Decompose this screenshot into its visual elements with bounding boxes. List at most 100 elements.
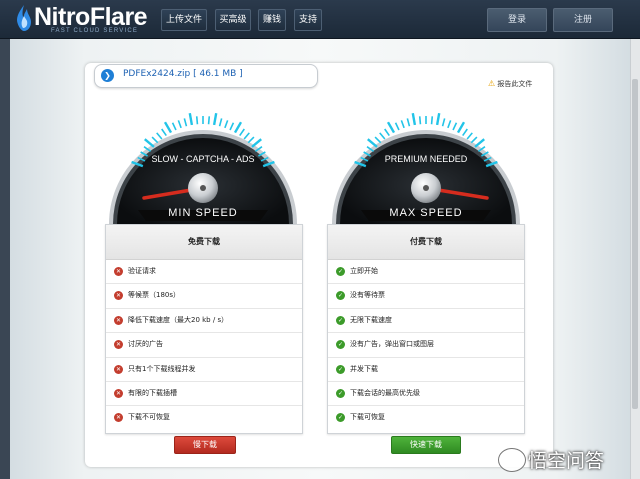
gauge-tick [151,136,159,144]
gauge-tick [229,122,235,131]
gauge-top-text: SLOW - CAPTCHA - ADS [151,154,254,164]
gauge-tick [406,118,411,127]
list-item: ✕ 验证请求 [106,260,302,285]
nitroflare-logo[interactable]: NitroFlare FAST CLOUD SERVICE [14,3,154,35]
gauge-tick [156,132,163,140]
gauge-tick [239,128,245,137]
slow-download-button[interactable]: 慢下载 [174,436,236,454]
gauge-tick [418,116,422,125]
gauge-tick [144,138,155,148]
file-info-tab: ❯ PDFEx2424.zip [ 46.1 MB ] [94,64,318,88]
scrollbar-thumb[interactable] [632,79,638,409]
gauge-tick [456,121,466,134]
vertical-scrollbar[interactable] [630,39,640,479]
warning-icon: ⚠ [488,79,496,88]
list-item: ✕ 降低下载速度（最大20 kb / s） [106,309,302,334]
list-item: ✕ 讨厌的广告 [106,333,302,358]
report-label: 报告此文件 [497,80,533,88]
gauge-tick [243,132,250,140]
gauge-tick [447,120,452,129]
gauge-tick [462,128,468,137]
premium-speed-gauge: PREMIUM NEEDED MAX SPEED [332,112,520,224]
gauge-tick [233,121,243,134]
list-item: ✓ 没有广告，弹出窗口或图层 [328,333,524,358]
gauge-tick [466,132,473,140]
gauge-tick [430,116,434,125]
gauge-tick [207,116,211,125]
nav-earn[interactable]: 赚钱 [258,9,286,31]
brand-name: NitroFlare [34,3,148,31]
gauge-tick [452,122,458,131]
gauge-tick [474,138,485,148]
gauge-tick [195,116,199,125]
fast-download-button[interactable]: 快速下载 [391,436,461,454]
gauge-tick [441,118,446,127]
gauge-tick [374,136,382,144]
watermark: 悟空问答 [498,446,628,476]
chevron-right-icon: ❯ [101,69,114,82]
list-item: ✕ 等候票（180s） [106,284,302,309]
watermark-text: 悟空问答 [528,450,605,472]
gauge-tick [386,121,396,134]
check-icon: ✓ [336,388,345,398]
gauge-bottom-text: MIN SPEED [168,207,238,219]
report-file-link[interactable]: ⚠ 报告此文件 [488,79,532,89]
cross-icon: ✕ [114,315,123,325]
check-icon: ✓ [336,315,345,325]
login-button[interactable]: 登录 [487,8,547,32]
gauge-bottom-text: MAX SPEED [389,207,462,219]
free-speed-gauge: SLOW - CAPTCHA - ADS MIN SPEED [108,112,297,224]
premium-download-panel: 付费下载 ✓ 立即开始 ✓ 没有等待票 ✓ 无限下载速度 ✓ 没有广告，弹出窗口或图层 … [327,224,525,434]
free-download-panel: 免费下载 ✕ 验证请求 ✕ 等候票（180s） ✕ 降低下载速度（最大20 kb / … [105,224,303,434]
gauge-tick [218,118,223,127]
check-icon: ✓ [336,267,345,276]
gauge-tick [394,122,400,131]
list-item: ✓ 下载可恢复 [336,413,385,423]
list-item: ✓ 并发下载 [328,358,524,382]
check-icon: ✓ [336,291,345,301]
list-item: ✓ 无限下载速度 [328,309,524,334]
check-icon: ✓ [336,340,345,350]
nav-support[interactable]: 支持 [294,9,322,31]
nav-upload[interactable]: 上传文件 [161,9,207,31]
check-icon: ✓ [336,364,345,374]
chat-bubble-icon [498,448,526,472]
cross-icon: ✕ [114,388,123,398]
cross-icon: ✕ [114,340,123,350]
gauge-tick [224,120,229,129]
list-item: ✕ 有限的下载插槽 [106,382,302,407]
nav-buy-premium[interactable]: 买高级 [215,9,251,31]
list-item: ✓ 没有等待票 [328,284,524,309]
premium-panel-title: 付费下载 [328,225,524,260]
gauge-tick [188,112,194,126]
gauge-tick [411,112,417,126]
gauge-tick [183,118,188,127]
cross-icon: ✕ [114,267,123,276]
gauge-tick [251,138,262,148]
gauge-tick [367,138,378,148]
gauge-tick [400,120,405,129]
gauge-top-text: PREMIUM NEEDED [385,154,468,164]
register-button[interactable]: 注册 [553,8,613,32]
cross-icon: ✕ [114,413,123,423]
gauge-tick [163,121,173,134]
gauge-tick [177,120,182,129]
cross-icon: ✕ [114,291,123,301]
list-item: ✓ 下载会话的最高优先级 [328,382,524,407]
gauge-tick [379,132,386,140]
free-panel-title: 免费下载 [106,225,302,260]
brand-tagline: FAST CLOUD SERVICE [51,28,139,34]
top-bar: NitroFlare FAST CLOUD SERVICE 上传文件 买高级 赚… [0,0,640,39]
flame-icon [17,5,31,31]
list-item: ✓ 立即开始 [328,260,524,285]
gauge-tick [384,128,390,137]
check-icon: ✓ [336,413,345,423]
file-name: PDFEx2424.zip [ 46.1 MB ] [123,69,243,79]
list-item: ✕ 只有1个下载线程并发 [106,358,302,382]
gauge-tick [171,122,177,131]
gauge-tick [247,136,255,144]
list-item: ✕ 下载不可恢复 [114,413,170,423]
gauge-tick [470,136,478,144]
gauge-tick [212,112,218,126]
gauge-tick [435,112,441,126]
